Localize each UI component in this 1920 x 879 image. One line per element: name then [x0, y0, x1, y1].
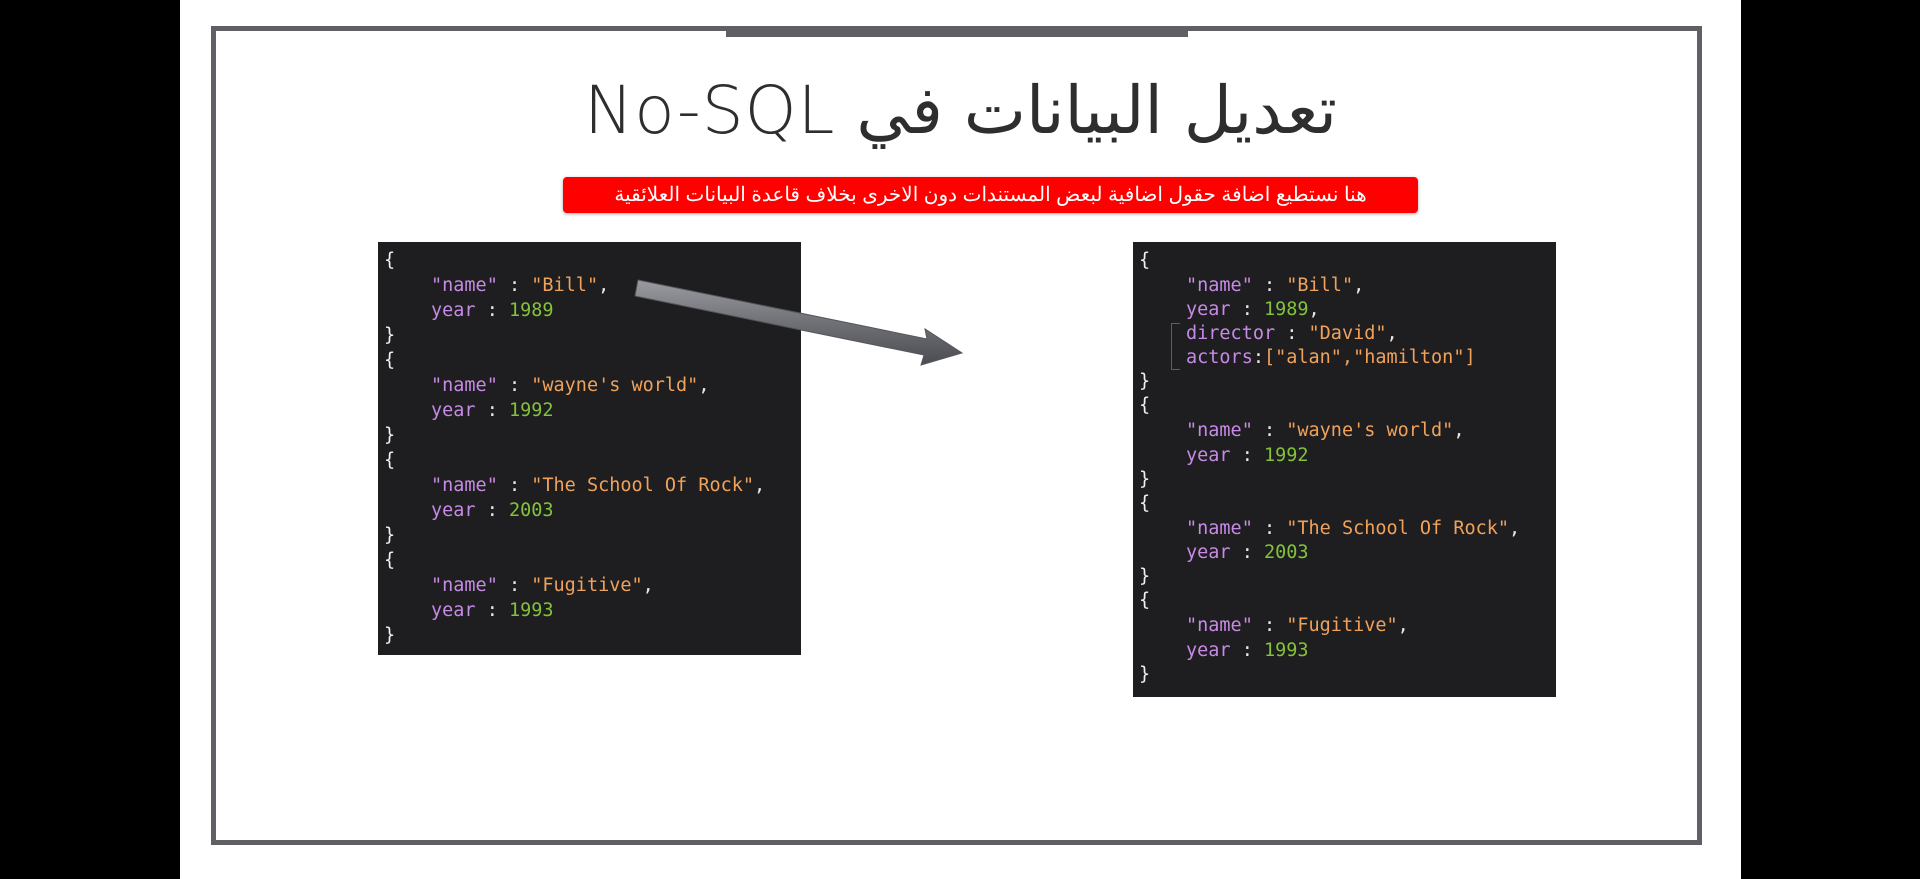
- brace-close: }: [1139, 664, 1151, 685]
- json-key: "name": [1186, 518, 1253, 539]
- json-number: 1992: [1263, 445, 1309, 466]
- brace-open: {: [1139, 590, 1151, 611]
- brace-close: }: [384, 625, 396, 646]
- code-line-name: "name" : "The School Of Rock",: [1186, 518, 1521, 539]
- code-line-name: "name" : "The School Of Rock",: [431, 475, 766, 496]
- code-line-name: "name" : "wayne's world",: [431, 375, 710, 396]
- code-line-name: "name" : "wayne's world",: [1186, 420, 1465, 441]
- json-key: actors: [1186, 347, 1253, 368]
- json-string: "David": [1308, 323, 1387, 344]
- json-number: 1992: [508, 400, 554, 421]
- code-line-year: year : 2003: [431, 500, 554, 521]
- brace-open: {: [384, 450, 396, 471]
- json-key: year: [431, 500, 476, 521]
- brace-close: }: [1139, 371, 1151, 392]
- json-number: 2003: [1263, 542, 1309, 563]
- code-line-year: year : 1992: [431, 400, 554, 421]
- json-key: year: [431, 300, 476, 321]
- json-key: "name": [1186, 615, 1253, 636]
- json-string: "Bill": [531, 275, 599, 296]
- json-number: 1993: [1263, 640, 1309, 661]
- brace-open: {: [384, 350, 396, 371]
- brace-close: }: [384, 525, 396, 546]
- json-key: year: [431, 400, 476, 421]
- brace-open: {: [1139, 493, 1151, 514]
- json-key: year: [1186, 640, 1231, 661]
- code-line-name: "name" : "Fugitive",: [1186, 615, 1409, 636]
- brace-open: {: [1139, 395, 1151, 416]
- code-line-year: year : 1989,: [1186, 299, 1320, 320]
- json-number: 2003: [508, 500, 554, 521]
- json-string: "Bill": [1286, 275, 1354, 296]
- json-string: "Fugitive": [531, 575, 643, 596]
- json-key: year: [1186, 542, 1231, 563]
- code-line-year: year : 2003: [1186, 542, 1309, 563]
- json-string: "wayne's world": [531, 375, 699, 396]
- brace-open: {: [384, 550, 396, 571]
- json-key: year: [1186, 299, 1231, 320]
- json-string: "Fugitive": [1286, 615, 1398, 636]
- json-key: "name": [431, 475, 498, 496]
- json-string: "wayne's world": [1286, 420, 1454, 441]
- json-key: year: [431, 600, 476, 621]
- brace-close: }: [384, 325, 396, 346]
- code-line-name: "name" : "Fugitive",: [431, 575, 654, 596]
- json-key: "name": [431, 575, 498, 596]
- code-line-name: "name" : "Bill",: [1186, 275, 1365, 296]
- json-key: "name": [1186, 420, 1253, 441]
- json-string: "The School Of Rock": [1286, 518, 1510, 539]
- code-block-left: { "name" : "Bill", year : 1989 } { "name…: [378, 242, 801, 655]
- frame-top-accent: [726, 30, 1188, 37]
- json-array: ["alan","hamilton"]: [1263, 347, 1476, 368]
- slide: تعديل البيانات في No-SQL هنا نستطيع اضاف…: [180, 0, 1741, 879]
- code-line-name: "name" : "Bill",: [431, 275, 610, 296]
- brace-close: }: [384, 425, 396, 446]
- added-fields-highlight: [1171, 323, 1180, 370]
- json-key: "name": [431, 375, 498, 396]
- json-string: "The School Of Rock": [531, 475, 755, 496]
- json-key: "name": [1186, 275, 1253, 296]
- code-line-actors: actors:["alan","hamilton"]: [1186, 347, 1476, 368]
- code-line-year: year : 1989: [431, 300, 554, 321]
- slide-title: تعديل البيانات في No-SQL: [583, 72, 1338, 149]
- brace-close: }: [1139, 566, 1151, 587]
- code-line-year: year : 1993: [431, 600, 554, 621]
- json-number: 1993: [508, 600, 554, 621]
- brace-open: {: [384, 250, 396, 271]
- json-key: year: [1186, 445, 1231, 466]
- json-key: director: [1186, 323, 1276, 344]
- brace-open: {: [1139, 250, 1151, 271]
- code-line-year: year : 1992: [1186, 445, 1309, 466]
- json-number: 1989: [1263, 299, 1309, 320]
- note-banner: هنا نستطيع اضافة حقول اضافية لبعض المستن…: [563, 177, 1418, 213]
- json-number: 1989: [508, 300, 554, 321]
- code-line-year: year : 1993: [1186, 640, 1309, 661]
- code-line-director: director : "David",: [1186, 323, 1398, 344]
- brace-close: }: [1139, 469, 1151, 490]
- code-block-right: { "name" : "Bill", year : 1989, director…: [1133, 242, 1556, 697]
- json-key: "name": [431, 275, 498, 296]
